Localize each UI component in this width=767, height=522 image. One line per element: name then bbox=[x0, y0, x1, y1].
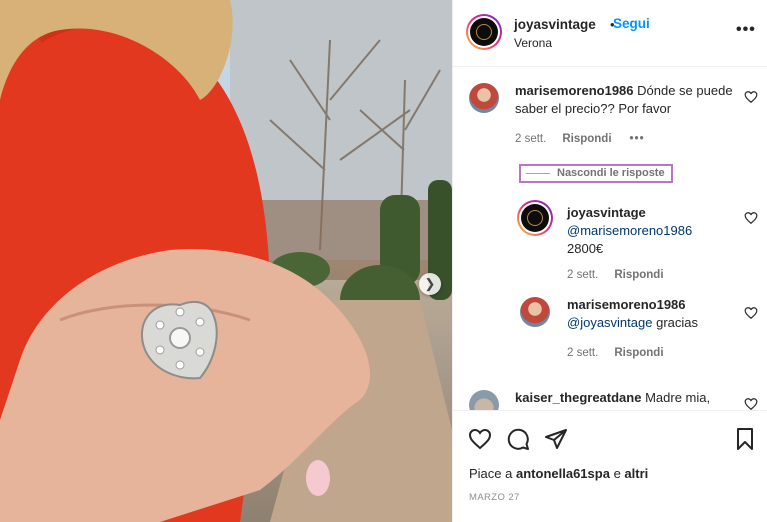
reply-button[interactable]: Rispondi bbox=[614, 269, 663, 281]
avatar[interactable] bbox=[517, 200, 553, 236]
heart-icon[interactable] bbox=[744, 306, 758, 320]
liker-username[interactable]: antonella61spa bbox=[516, 466, 610, 481]
likes-summary: Piace a antonella61spa e altri bbox=[469, 466, 648, 481]
mention-link[interactable]: @marisemoreno1986 bbox=[567, 222, 737, 240]
reply-text: gracias bbox=[656, 315, 699, 330]
comment-username[interactable]: kaiser_thegreatdane bbox=[515, 390, 641, 405]
photo-illustration bbox=[0, 0, 452, 522]
reply-username[interactable]: marisemoreno1986 bbox=[567, 297, 686, 312]
comment: kaiser_thegreatdane Madre mia, bbox=[453, 387, 767, 410]
post-header: joyasvintage • Segui Verona ••• bbox=[453, 0, 767, 67]
bookmark-icon[interactable] bbox=[733, 427, 757, 451]
heart-icon[interactable] bbox=[744, 211, 758, 225]
post-actions: Piace a antonella61spa e altri MARZO 27 bbox=[453, 410, 767, 522]
likes-prefix: Piace a bbox=[469, 466, 513, 481]
reply: marisemoreno1986 @joyasvintage gracias 2… bbox=[453, 289, 767, 364]
post-photo: ❯ bbox=[0, 0, 452, 522]
comment: marisemoreno1986 Dónde se puede saber el… bbox=[453, 67, 767, 157]
comment-icon[interactable] bbox=[506, 427, 530, 451]
reply-button[interactable]: Rispondi bbox=[562, 133, 611, 145]
heart-icon[interactable] bbox=[468, 427, 492, 451]
heart-icon[interactable] bbox=[744, 397, 758, 410]
post-side-panel: joyasvintage • Segui Verona ••• marisemo… bbox=[452, 0, 767, 522]
author-username[interactable]: joyasvintage bbox=[514, 17, 596, 32]
post-date[interactable]: MARZO 27 bbox=[469, 492, 520, 503]
reply-button[interactable]: Rispondi bbox=[614, 347, 663, 359]
share-icon[interactable] bbox=[544, 427, 568, 451]
comments-list[interactable]: marisemoreno1986 Dónde se puede saber el… bbox=[453, 67, 767, 410]
avatar[interactable] bbox=[469, 390, 499, 410]
reply-text: 2800€ bbox=[567, 241, 604, 256]
heart-icon[interactable] bbox=[744, 90, 758, 104]
location-link[interactable]: Verona bbox=[514, 36, 552, 50]
hide-replies-label: Nascondi le risposte bbox=[557, 167, 665, 179]
chevron-right-icon[interactable]: ❯ bbox=[419, 273, 441, 295]
avatar[interactable] bbox=[520, 297, 550, 327]
reply-time[interactable]: 2 sett. bbox=[567, 347, 598, 359]
avatar[interactable] bbox=[469, 83, 499, 113]
likes-others-link[interactable]: altri bbox=[624, 466, 648, 481]
hide-replies-button[interactable]: Nascondi le risposte bbox=[519, 164, 673, 183]
divider bbox=[526, 173, 550, 174]
mention-link[interactable]: @joyasvintage bbox=[567, 315, 652, 330]
more-icon[interactable]: ••• bbox=[736, 21, 756, 39]
likes-connector: e bbox=[613, 466, 621, 481]
avatar[interactable] bbox=[466, 14, 502, 50]
reply-time[interactable]: 2 sett. bbox=[567, 269, 598, 281]
reply-username[interactable]: joyasvintage bbox=[567, 205, 646, 220]
follow-button[interactable]: Segui bbox=[613, 16, 650, 31]
reply: joyasvintage @marisemoreno1986 2800€ 2 s… bbox=[453, 195, 767, 281]
more-icon[interactable]: ••• bbox=[630, 133, 645, 145]
comment-text: Madre mia, bbox=[645, 390, 711, 405]
comment-time[interactable]: 2 sett. bbox=[515, 133, 546, 145]
comment-username[interactable]: marisemoreno1986 bbox=[515, 83, 634, 98]
